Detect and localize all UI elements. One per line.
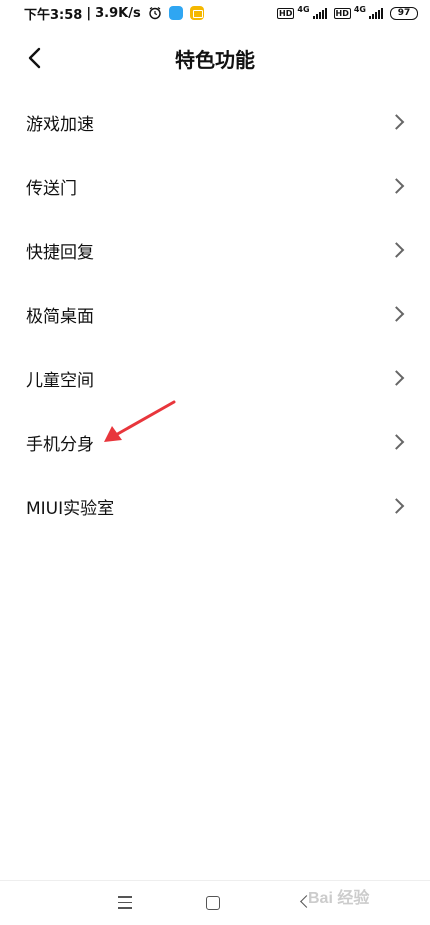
menu-item-quick-reply[interactable]: 快捷回复 — [0, 218, 430, 282]
network-type: 4G — [353, 5, 366, 14]
menu-item-label: 儿童空间 — [26, 370, 94, 391]
status-time: 下午3:58 — [24, 7, 83, 23]
mail-notification-icon — [189, 6, 204, 20]
menu-item-portal[interactable]: 传送门 — [0, 154, 430, 218]
recent-apps-icon[interactable] — [118, 896, 132, 909]
menu-item-kids-space[interactable]: 儿童空间 — [0, 346, 430, 410]
home-icon[interactable] — [206, 896, 220, 910]
chevron-right-icon — [388, 306, 405, 322]
feature-list: 游戏加速 传送门 快捷回复 极简桌面 儿童空间 手机分身 MIUI实验室 — [0, 90, 430, 538]
chevron-right-icon — [388, 178, 405, 194]
alarm-icon — [148, 7, 161, 20]
status-separator: | — [86, 5, 92, 21]
network-type: 4G — [297, 5, 310, 14]
page-title: 特色功能 — [175, 48, 255, 72]
menu-item-game-boost[interactable]: 游戏加速 — [0, 90, 430, 154]
menu-item-label: 手机分身 — [26, 434, 94, 455]
chevron-right-icon — [388, 242, 405, 258]
signal-icon — [312, 7, 327, 19]
hd-badge: HD — [333, 7, 351, 19]
hd-badge: HD — [277, 7, 295, 19]
chevron-right-icon — [388, 498, 405, 514]
menu-item-label: 传送门 — [26, 178, 77, 199]
menu-item-label: 极简桌面 — [26, 306, 94, 327]
chevron-right-icon — [388, 434, 405, 450]
annotation-arrow-icon — [104, 400, 176, 442]
menu-item-label: MIUI实验室 — [26, 498, 115, 519]
app-notification-icon — [168, 6, 183, 20]
menu-item-miui-lab[interactable]: MIUI实验室 — [0, 474, 430, 538]
status-left: 下午3:58 | 3.9K/s — [24, 4, 204, 23]
chevron-right-icon — [388, 370, 405, 386]
watermark-logo: Bai 经验 — [308, 890, 370, 907]
network-speed: 3.9K/s — [95, 5, 141, 21]
battery-icon: 97 — [390, 6, 418, 20]
status-bar: 下午3:58 | 3.9K/s HD 4G HD 4G 97 — [0, 0, 430, 26]
status-right: HD 4G HD 4G 97 — [277, 5, 418, 21]
page-header: 特色功能 — [0, 36, 430, 80]
menu-item-minimal-desktop[interactable]: 极简桌面 — [0, 282, 430, 346]
menu-item-label: 快捷回复 — [26, 242, 94, 263]
signal-icon — [369, 7, 383, 19]
menu-item-second-space[interactable]: 手机分身 — [0, 410, 430, 474]
chevron-right-icon — [388, 114, 405, 130]
menu-item-label: 游戏加速 — [26, 114, 94, 135]
